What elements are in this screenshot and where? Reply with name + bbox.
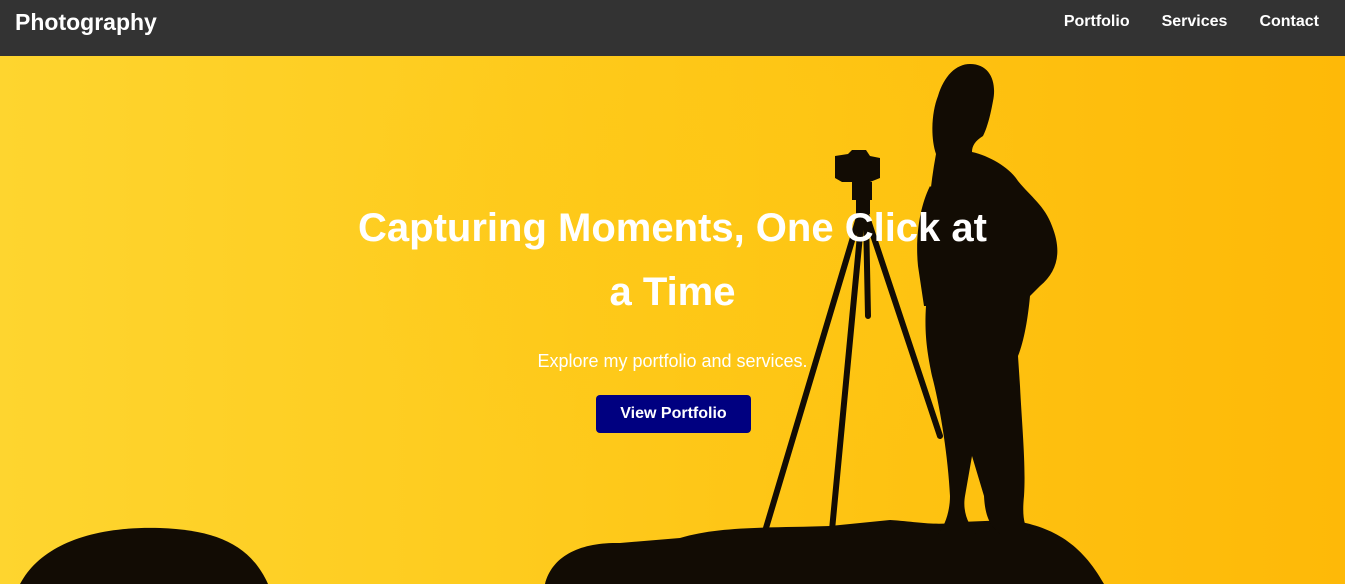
top-navbar: Photography Portfolio Services Contact (0, 0, 1345, 56)
nav-link-contact[interactable]: Contact (1259, 12, 1319, 32)
hero-section: Capturing Moments, One Click at a Time E… (0, 56, 1345, 584)
hero-title: Capturing Moments, One Click at a Time (358, 206, 987, 314)
nav-links: Portfolio Services Contact (1032, 12, 1319, 32)
nav-link-portfolio[interactable]: Portfolio (1064, 12, 1130, 32)
hero-subtitle: Explore my portfolio and services. (537, 351, 808, 371)
camera-silhouette (835, 150, 880, 182)
view-portfolio-button[interactable]: View Portfolio (596, 395, 751, 433)
site-brand-logo[interactable]: Photography (15, 8, 157, 36)
hero-content: Capturing Moments, One Click at a Time E… (0, 196, 1345, 433)
nav-link-services[interactable]: Services (1162, 12, 1228, 32)
left-rock-silhouette (20, 527, 268, 584)
